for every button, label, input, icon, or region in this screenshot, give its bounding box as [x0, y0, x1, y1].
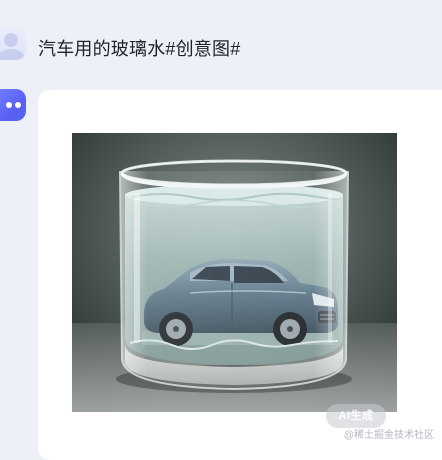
bot-avatar-icon [0, 89, 26, 121]
watermark-text: @稀土掘金技术社区 [343, 430, 434, 441]
ai-generated-badge: AI生成 [326, 404, 386, 428]
user-message-text: 汽车用的玻璃水#创意图# [38, 39, 241, 59]
generated-image[interactable] [72, 133, 397, 412]
user-avatar-icon [0, 28, 26, 60]
user-message-row: 汽车用的玻璃水#创意图# [0, 28, 442, 64]
